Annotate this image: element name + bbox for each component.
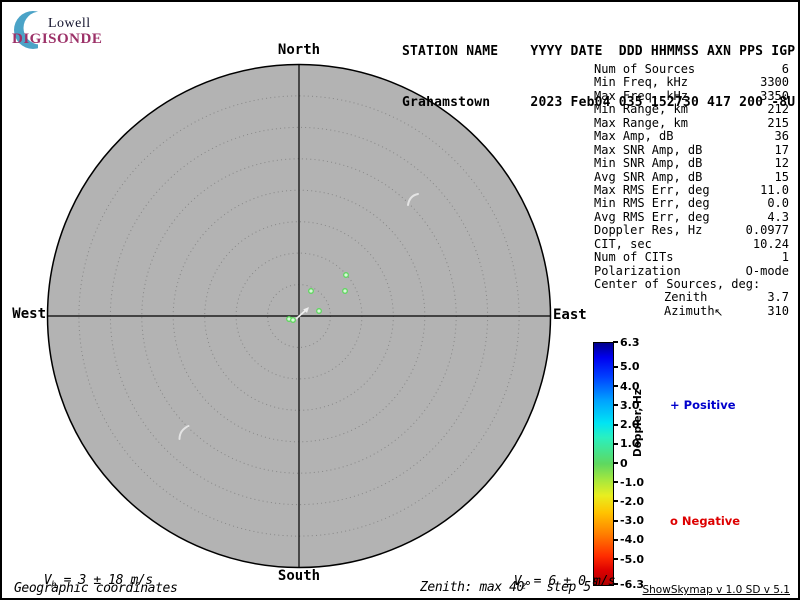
colorbar-tick-label: 0 — [620, 456, 628, 470]
colorbar-tick-label: -3.0 — [620, 514, 645, 528]
parameter-label: Min Range, km — [594, 102, 688, 117]
colorbar-tick-mark — [613, 462, 618, 464]
parameter-label: Num of Sources — [594, 62, 696, 76]
parameter-label: Zenith — [664, 290, 708, 305]
parameter-row: Azimuth 310 — [594, 303, 789, 318]
parameter-label: Max Range, km — [594, 115, 688, 130]
parameter-row: Avg SNR Amp, dB 15 — [594, 169, 789, 184]
doppler-source-dot — [342, 288, 348, 294]
colorbar-tick-mark — [613, 500, 618, 503]
parameter-row: Doppler Res, Hz 0.0977 — [594, 223, 789, 238]
compass-north-label: North — [277, 42, 321, 58]
doppler-colorbar — [593, 342, 614, 586]
parameter-row: Max Amp, dB 36 — [594, 129, 789, 144]
parameter-value: 0.0 — [767, 196, 789, 211]
parameter-value: 3300 — [760, 75, 789, 90]
colorbar-tick-mark — [613, 442, 618, 445]
parameter-value: 10.24 — [752, 236, 789, 251]
colorbar-tick-mark — [613, 423, 618, 426]
parameter-value: 3350 — [760, 88, 789, 103]
mouse-cursor-icon: ↖ — [714, 306, 724, 319]
colorbar-tick-mark — [613, 519, 618, 522]
parameter-label: Min RMS Err, deg — [594, 196, 710, 211]
colorbar-tick-label: 5.0 — [620, 360, 640, 374]
parameter-value: 6 — [781, 62, 789, 76]
parameter-row: Min SNR Amp, dB 12 — [594, 156, 789, 171]
parameter-value: 310 — [767, 303, 789, 318]
colorbar-tick-mark — [613, 481, 618, 484]
parameter-label: Avg RMS Err, deg — [594, 209, 710, 224]
parameter-value: 15 — [774, 169, 789, 184]
parameter-value: 4.3 — [767, 209, 789, 224]
parameter-value: 1 — [781, 250, 789, 265]
parameter-value: 3.7 — [767, 290, 789, 305]
doppler-source-dot — [290, 317, 296, 323]
parameter-value: 212 — [767, 102, 789, 117]
parameter-label: Max Freq, kHz — [594, 88, 688, 103]
legend-positive-doppler: + Positive — [670, 398, 736, 412]
legend-negative-doppler: o Negative — [670, 514, 741, 528]
parameter-label: Min Freq, kHz — [594, 75, 688, 90]
parameter-row: Max SNR Amp, dB 17 — [594, 142, 789, 157]
parameter-label: Polarization — [594, 263, 681, 278]
colorbar-tick-label: 6.3 — [620, 335, 640, 349]
zenith-scale-label: Zenith: max 40° step 5° — [420, 580, 599, 595]
measurement-parameters-list: Num of Sources 6 Min Freq, kHz 3300 Max … — [594, 62, 789, 318]
parameter-row: Num of Sources 6 — [594, 62, 789, 76]
parameter-row: Min Range, km 212 — [594, 102, 789, 117]
parameter-label: Max RMS Err, deg — [594, 182, 710, 197]
coordinate-system-label: Geographic coordinates — [14, 581, 178, 596]
parameter-value: 11.0 — [760, 182, 789, 197]
parameter-row: Zenith 3.7 — [594, 290, 789, 305]
colorbar-axis-title: Doppler, Hz — [632, 389, 644, 457]
parameter-label: Azimuth — [664, 303, 715, 318]
parameter-label: Max Amp, dB — [594, 129, 674, 144]
parameter-row: Max Range, km 215 — [594, 115, 789, 130]
colorbar-tick-mark — [613, 365, 618, 368]
logo-lowell-text: Lowell — [48, 16, 91, 31]
colorbar-tick-label: -4.0 — [620, 533, 645, 547]
parameter-value: 0.0977 — [745, 223, 789, 238]
parameter-label: Min SNR Amp, dB — [594, 156, 703, 171]
colorbar-tick-label: -5.0 — [620, 552, 645, 566]
parameter-row: Min RMS Err, deg 0.0 — [594, 196, 789, 211]
parameter-row: CIT, sec 10.24 — [594, 236, 789, 251]
doppler-source-dot — [308, 288, 314, 294]
parameter-value: O-mode — [745, 263, 789, 278]
colorbar-tick-label: -2.0 — [620, 494, 645, 508]
skymap-window: Lowell DIGISONDE STATION NAME YYYY DATE … — [0, 0, 800, 600]
parameter-label: CIT, sec — [594, 236, 652, 251]
parameter-label: Num of CITs — [594, 250, 674, 265]
parameter-value: 215 — [767, 115, 789, 130]
lowell-digisonde-logo: Lowell DIGISONDE — [10, 8, 130, 52]
parameter-row: Min Freq, kHz 3300 — [594, 75, 789, 90]
colorbar-tick-mark — [613, 341, 618, 343]
parameter-label: Max SNR Amp, dB — [594, 142, 703, 157]
colorbar-tick-label: -1.0 — [620, 475, 645, 489]
colorbar-tick-mark — [613, 385, 618, 388]
parameter-label: Center of Sources, deg: — [594, 277, 761, 291]
parameter-value: 36 — [774, 129, 789, 144]
parameter-label: Doppler Res, Hz — [594, 223, 703, 238]
parameter-label: Avg SNR Amp, dB — [594, 169, 703, 184]
doppler-source-dot — [343, 272, 349, 278]
doppler-source-dot — [316, 308, 322, 314]
parameter-row: Avg RMS Err, deg 4.3 — [594, 209, 789, 224]
header-column-titles: STATION NAME YYYY DATE DDD HHMMSS AXN PP… — [402, 44, 796, 59]
software-version-label: ShowSkymap v 1.0 SD v 5.1 — [642, 584, 790, 596]
parameter-row: Max Freq, kHz 3350 — [594, 88, 789, 103]
colorbar-tick-mark — [613, 538, 618, 541]
parameter-row: Max RMS Err, deg 11.0 — [594, 182, 789, 197]
parameter-row: Num of CITs 1 — [594, 250, 789, 265]
parameter-row: Polarization O-mode — [594, 263, 789, 278]
compass-south-label: South — [277, 568, 321, 584]
parameter-row: Center of Sources, deg: — [594, 277, 789, 291]
parameter-value: 17 — [774, 142, 789, 157]
compass-west-label: West — [12, 306, 46, 322]
logo-digisonde-text: DIGISONDE — [12, 31, 103, 47]
parameter-value: 12 — [774, 156, 789, 171]
colorbar-tick-mark — [613, 404, 618, 407]
